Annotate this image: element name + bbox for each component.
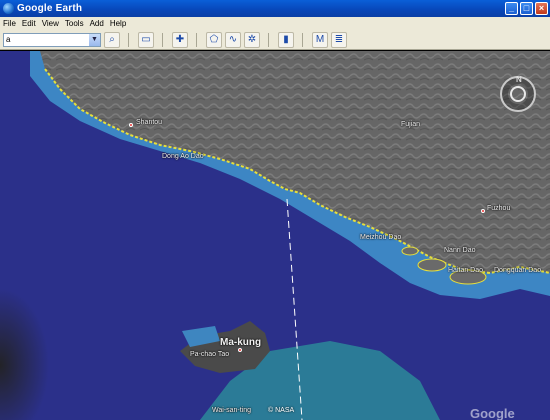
map-view[interactable]: Shantou Dong Ao Dao Fujian Fuzhou Meizho… — [0, 51, 550, 420]
place-label[interactable]: Wai-san-ting — [212, 407, 251, 414]
place-label[interactable]: Fuzhou — [487, 205, 510, 212]
google-earth-window: Google Earth _ □ × File Edit View Tools … — [0, 0, 550, 420]
menu-help[interactable]: Help — [110, 19, 126, 28]
google-earth-icon — [3, 3, 14, 14]
print-icon[interactable]: ≣ — [331, 31, 347, 48]
place-label[interactable]: Pa-chao Tao — [190, 351, 229, 358]
menu-add[interactable]: Add — [90, 19, 104, 28]
place-label[interactable]: Fujian — [401, 121, 420, 128]
search-input[interactable]: a ▼ — [3, 32, 101, 47]
window-title: Google Earth — [17, 3, 83, 14]
search-value: a — [6, 35, 11, 44]
menu-tools[interactable]: Tools — [65, 19, 84, 28]
copyright-text: © NASA — [268, 407, 295, 414]
north-indicator: N — [516, 75, 522, 84]
minimize-button[interactable]: _ — [505, 2, 518, 15]
placemark-icon[interactable]: ✚ — [172, 31, 188, 48]
map-imagery — [0, 51, 550, 420]
search-icon[interactable]: ⌕ — [104, 31, 120, 48]
place-label[interactable]: Nanri Dao — [444, 247, 476, 254]
place-label[interactable]: Dongquan Dao — [494, 267, 541, 274]
toolbar-separator — [196, 32, 197, 47]
place-label[interactable]: Ma-kung — [220, 337, 261, 348]
compass-icon[interactable]: N — [500, 75, 536, 112]
toolbar-separator — [128, 32, 129, 47]
menu-file[interactable]: File — [3, 19, 16, 28]
overlay-icon[interactable]: ✲ — [244, 31, 260, 48]
sidebar-icon[interactable]: ▭ — [138, 31, 154, 48]
shantou-dot — [129, 123, 133, 127]
fuzhou-dot — [481, 209, 485, 213]
place-label[interactable]: Shantou — [136, 119, 162, 126]
toolbar: a ▼ ⌕ ▭ ✚ ⬠ ∿ ✲ ▮ M ≣ — [0, 30, 550, 50]
place-label[interactable]: Haitan Dao — [448, 267, 483, 274]
polygon-icon[interactable]: ⬠ — [206, 31, 222, 48]
place-label[interactable]: Meizhou Dao — [360, 234, 401, 241]
makung-dot — [238, 348, 242, 352]
menu-bar: File Edit View Tools Add Help — [0, 17, 550, 30]
place-label[interactable]: Dong Ao Dao — [162, 153, 204, 160]
toolbar-separator — [268, 32, 269, 47]
path-icon[interactable]: ∿ — [225, 31, 241, 48]
menu-edit[interactable]: Edit — [22, 19, 36, 28]
toolbar-separator — [302, 32, 303, 47]
close-button[interactable]: × — [535, 2, 548, 15]
menu-view[interactable]: View — [42, 19, 59, 28]
toolbar-separator — [162, 32, 163, 47]
maximize-button[interactable]: □ — [520, 2, 533, 15]
compass-ring[interactable] — [510, 86, 526, 102]
title-bar[interactable]: Google Earth _ □ × — [0, 0, 550, 17]
google-watermark: Google — [470, 406, 515, 420]
ruler-icon[interactable]: ▮ — [278, 31, 294, 48]
email-icon[interactable]: M — [312, 31, 328, 48]
chevron-down-icon[interactable]: ▼ — [89, 33, 100, 46]
